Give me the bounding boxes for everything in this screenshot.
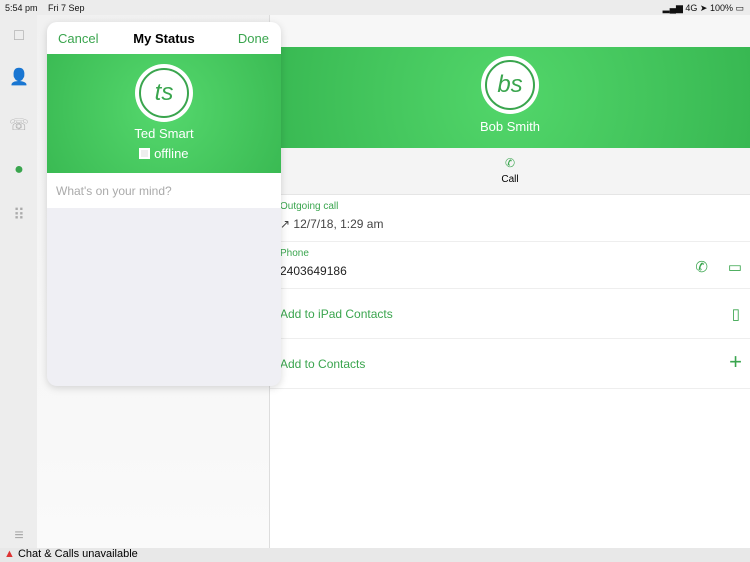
- status-message-input[interactable]: What's on your mind?: [47, 173, 281, 208]
- contact-name: Bob Smith: [480, 119, 540, 134]
- done-button[interactable]: Done: [238, 31, 269, 46]
- battery: 100%: [709, 3, 733, 13]
- contact-detail: bs Bob Smith ✆ Call Outgoing call ↗ 12/7…: [270, 15, 750, 548]
- my-avatar: ts: [135, 64, 193, 122]
- side-rail: □ 👤 ☏ ● ⠿ ≡: [0, 15, 37, 548]
- video-call-icon[interactable]: ▭: [728, 258, 742, 276]
- my-name: Ted Smart: [134, 126, 194, 141]
- avatar: bs: [481, 56, 539, 114]
- contact-header: bs Bob Smith: [270, 47, 750, 148]
- call-label: Call: [501, 174, 519, 185]
- phone-call-icon[interactable]: ✆: [695, 258, 708, 276]
- call-button[interactable]: ✆ Call: [270, 148, 750, 195]
- add-contacts-label: Add to Contacts: [280, 357, 366, 371]
- presence-label: offline: [154, 146, 189, 161]
- phone-icon: ✆: [504, 156, 516, 170]
- phone-label: Phone: [280, 248, 309, 259]
- recent-value: 12/7/18, 1:29 am: [293, 217, 384, 231]
- date: Fri 7 Sep: [48, 3, 85, 13]
- outgoing-arrow-icon: ↗: [280, 217, 291, 231]
- chat-icon[interactable]: ●: [9, 161, 29, 181]
- status-indicators: ▂▄▆ 4G ➤ 100% ▭: [662, 3, 744, 13]
- status-bar: 5:54 pm Fri 7 Sep ▂▄▆ 4G ➤ 100% ▭: [0, 0, 750, 15]
- footer-warning: ▲ Chat & Calls unavailable: [0, 548, 750, 562]
- checkbox-icon: [139, 148, 151, 159]
- add-ipad-contacts-label: Add to iPad Contacts: [280, 307, 393, 321]
- recent-call-row: Outgoing call ↗ 12/7/18, 1:29 am: [270, 195, 750, 242]
- add-contacts-row[interactable]: Add to Contacts +: [270, 339, 750, 389]
- presence-selector[interactable]: offline: [47, 146, 281, 161]
- avatar-initials: bs: [485, 60, 535, 110]
- add-ipad-contacts-row[interactable]: Add to iPad Contacts ▯: [270, 289, 750, 339]
- my-initials: ts: [139, 68, 189, 118]
- call-history-icon[interactable]: ☏: [9, 115, 29, 135]
- network: 4G: [685, 3, 698, 13]
- phone-value: 2403649186: [280, 264, 347, 278]
- menu-icon[interactable]: ≡: [9, 527, 29, 547]
- dialpad-icon[interactable]: ⠿: [9, 205, 29, 225]
- my-status-popover: Cancel My Status Done ts Ted Smart offli…: [47, 22, 281, 386]
- square-icon[interactable]: □: [9, 27, 29, 47]
- phone-row[interactable]: Phone 2403649186 ✆ ▭: [270, 242, 750, 289]
- time: 5:54 pm: [5, 3, 38, 13]
- warning-icon: ▲: [4, 548, 15, 560]
- warning-text: Chat & Calls unavailable: [17, 548, 138, 560]
- contacts-icon[interactable]: 👤: [9, 67, 29, 87]
- device-add-icon: ▯: [731, 306, 740, 323]
- plus-icon: +: [729, 349, 742, 374]
- recent-label: Outgoing call: [280, 201, 339, 212]
